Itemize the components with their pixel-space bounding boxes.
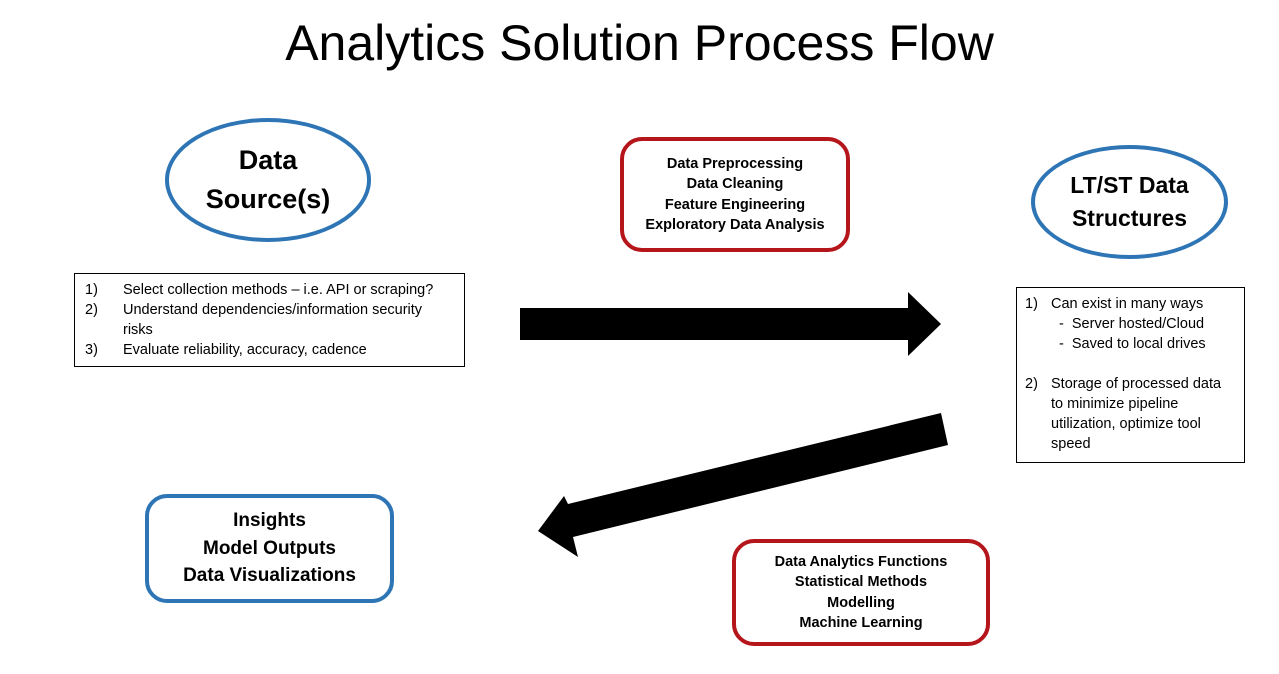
analytics-line: Machine Learning <box>799 615 923 631</box>
right-arrow <box>520 292 941 356</box>
insights-line: Insights <box>233 510 306 532</box>
insights-line: Data Visualizations <box>183 565 356 587</box>
analytics-box: Data Analytics Functions Statistical Met… <box>732 539 990 646</box>
analytics-line: Modelling <box>827 594 895 611</box>
insights-line: Model Outputs <box>203 537 336 559</box>
analytics-line: Data Analytics Functions <box>774 553 948 570</box>
analytics-line: Statistical Methods <box>794 574 928 590</box>
insights-box: Insights Model Outputs Data Visualizatio… <box>145 494 394 603</box>
down-left-arrow <box>538 413 948 557</box>
